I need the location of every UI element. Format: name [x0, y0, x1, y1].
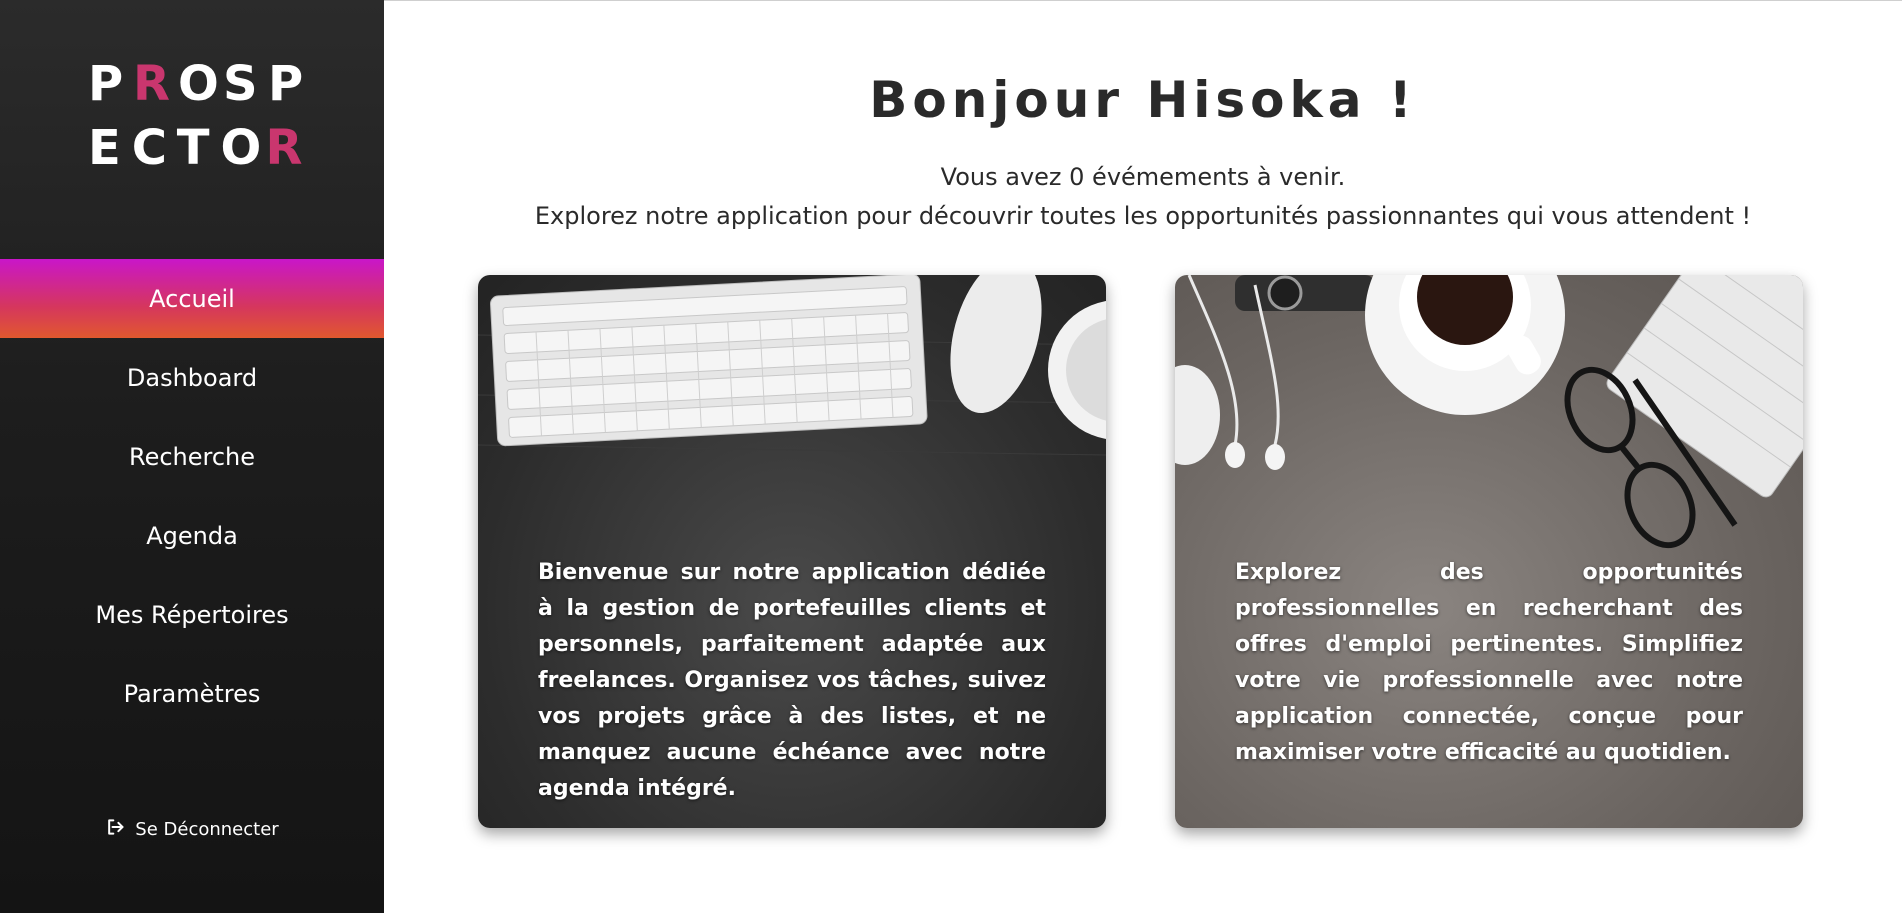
sidebar-item-dashboard[interactable]: Dashboard [0, 338, 384, 417]
sidebar-nav: Accueil Dashboard Recherche Agenda Mes R… [0, 259, 384, 733]
events-summary: Vous avez 0 évémements à venir. [940, 163, 1346, 191]
main-content: Bonjour Hisoka ! Vous avez 0 évémements … [384, 0, 1902, 913]
sidebar-item-repertoires[interactable]: Mes Répertoires [0, 575, 384, 654]
logout-label: Se Déconnecter [135, 818, 279, 840]
logo-letter: O [220, 120, 262, 176]
logo-line-1: P R O S P [88, 52, 308, 116]
logo-letter: P [88, 56, 124, 112]
sidebar-item-label: Dashboard [126, 363, 258, 392]
opportunities-card: Explorez des opportunités professionnell… [1175, 275, 1803, 828]
logo-letter: C [131, 120, 168, 176]
welcome-card-text: Bienvenue sur notre application dédiée à… [538, 560, 1046, 801]
sidebar-item-accueil[interactable]: Accueil [0, 259, 384, 338]
desk-coffee-image [1175, 275, 1803, 549]
sidebar-item-label: Accueil [149, 284, 235, 313]
logo-letter: E [88, 120, 121, 176]
logout-icon [105, 817, 125, 842]
sidebar-item-label: Agenda [146, 521, 238, 550]
logo-line-2: E C T O R [88, 116, 308, 180]
logo-letter: S [223, 56, 258, 112]
sidebar-item-agenda[interactable]: Agenda [0, 496, 384, 575]
welcome-card: Bienvenue sur notre application dédiée à… [478, 275, 1106, 828]
logo-letter-accent: R [133, 56, 170, 112]
sidebar-item-recherche[interactable]: Recherche [0, 417, 384, 496]
sidebar-item-parametres[interactable]: Paramètres [0, 654, 384, 733]
logo-letter: T [176, 120, 210, 176]
sidebar: P R O S P E C T O R Accueil Dashboard Re… [0, 0, 384, 913]
logout-button[interactable]: Se Déconnecter [0, 812, 384, 846]
logo-letter-accent: R [265, 120, 303, 176]
app-logo[interactable]: P R O S P E C T O R [88, 52, 308, 180]
sidebar-item-label: Paramètres [123, 679, 261, 708]
logo-letter: O [178, 56, 219, 112]
page-title: Bonjour Hisoka ! [869, 71, 1417, 129]
sidebar-item-label: Mes Répertoires [95, 600, 289, 629]
opportunities-card-text: Explorez des opportunités professionnell… [1235, 560, 1743, 765]
desk-keyboard-image [478, 275, 1106, 456]
sidebar-item-label: Recherche [128, 442, 256, 471]
explore-text: Explorez notre application pour découvri… [534, 202, 1752, 230]
logo-letter: P [268, 56, 304, 112]
